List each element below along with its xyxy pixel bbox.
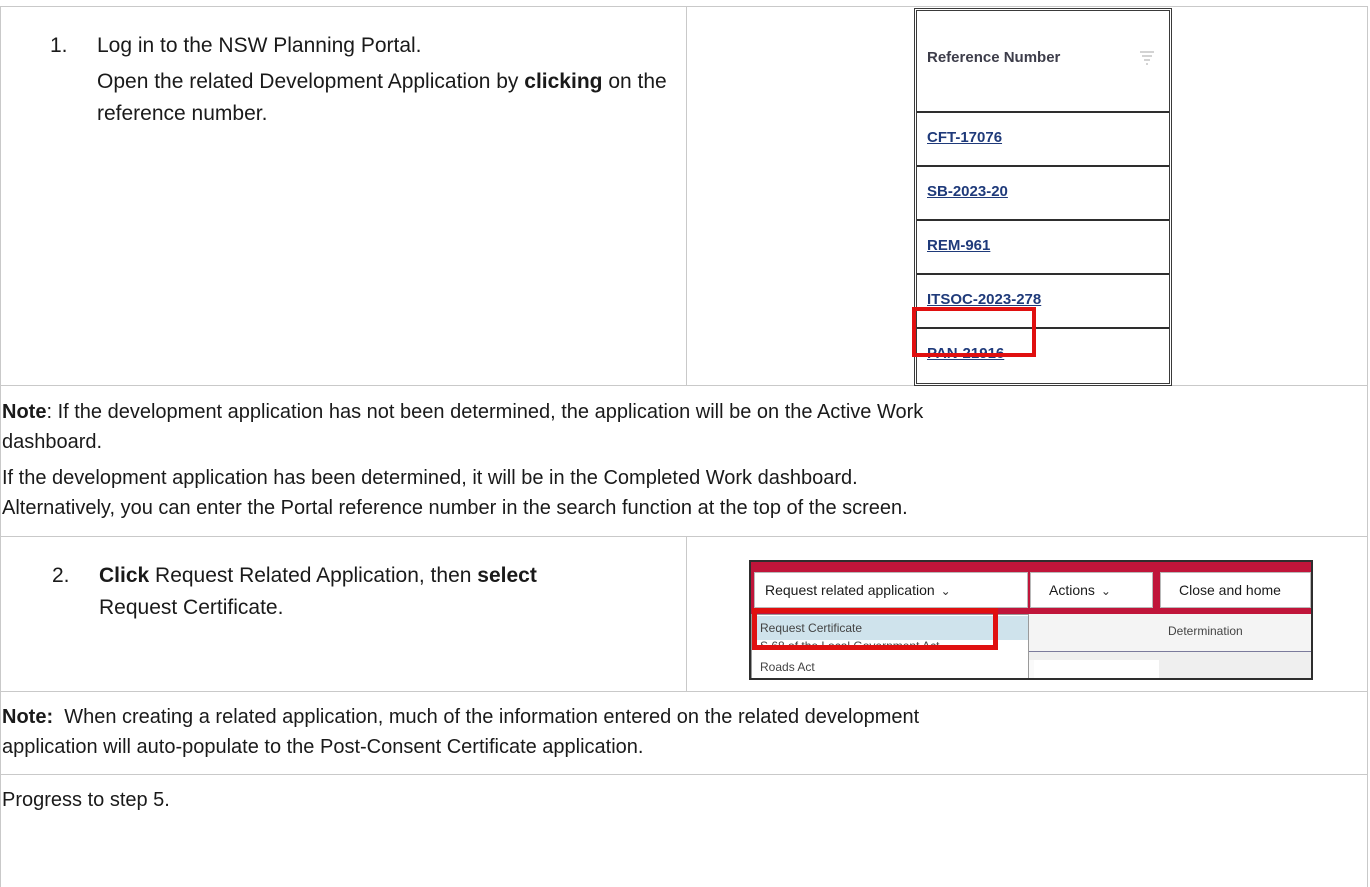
- reference-number-header: Reference Number: [927, 49, 1061, 66]
- step-1-number: 1.: [50, 34, 68, 57]
- reference-row: SB-2023-20: [917, 167, 1169, 221]
- reference-row: REM-961: [917, 221, 1169, 275]
- step-1-line-2: Open the related Development Application…: [97, 66, 687, 130]
- step-1-line-2-pre: Open the related Development Application…: [97, 70, 519, 93]
- tab-determination[interactable]: Determination: [1168, 624, 1243, 638]
- reference-table-header: Reference Number: [917, 11, 1169, 113]
- chevron-down-icon: ⌄: [1100, 584, 1111, 598]
- app-tab-strip: Determination: [1028, 614, 1311, 652]
- step-1-clicking-bold: clicking: [524, 70, 603, 93]
- step-2-line-1: Click Request Related Application, then …: [99, 564, 537, 587]
- step-1-line-1: Log in to the NSW Planning Portal.: [97, 34, 422, 57]
- note-1-line-4: Alternatively, you can enter the Portal …: [2, 497, 908, 519]
- reference-link-cft-17076[interactable]: CFT-17076: [927, 129, 1002, 146]
- highlight-pan-21916: [912, 307, 1036, 357]
- step-1: 1. Log in to the NSW Planning Portal. Op…: [50, 30, 680, 130]
- step-2-line-2: Request Certificate.: [99, 596, 284, 619]
- actions-button[interactable]: Actions ⌄: [1030, 572, 1153, 608]
- filter-icon[interactable]: [1139, 49, 1155, 65]
- note-2-line-2: application will auto-populate to the Po…: [2, 736, 644, 758]
- step-2: 2. Click Request Related Application, th…: [52, 560, 682, 640]
- chevron-down-icon: ⌄: [940, 584, 951, 598]
- table-right-border: [1367, 6, 1368, 887]
- request-related-application-button[interactable]: Request related application ⌄: [754, 572, 1028, 608]
- step-1-text: Log in to the NSW Planning Portal. Open …: [97, 30, 697, 130]
- note-2-line-1: Note: When creating a related applicatio…: [2, 706, 920, 728]
- step-2-click-bold: Click: [99, 564, 150, 587]
- reference-link-itsoc-2023-278[interactable]: ITSOC-2023-278: [927, 291, 1041, 308]
- close-and-home-button[interactable]: Close and home: [1160, 572, 1311, 608]
- reference-link-rem-961[interactable]: REM-961: [927, 237, 990, 254]
- note-1-line-2: dashboard.: [2, 431, 103, 453]
- step-2-number: 2.: [52, 564, 70, 587]
- highlight-request-certificate: [752, 608, 998, 650]
- note-related-application: Note: When creating a related applicatio…: [2, 702, 1362, 762]
- note-1-line-1: Note: If the development application has…: [2, 401, 924, 423]
- note-active-work: Note: If the development application has…: [2, 397, 1362, 523]
- reference-row: CFT-17076: [917, 113, 1169, 167]
- progress-text: Progress to step 5.: [2, 789, 170, 811]
- reference-link-sb-2023-20[interactable]: SB-2023-20: [927, 183, 1008, 200]
- note-1-line-3: If the development application has been …: [2, 467, 858, 489]
- note-1-label: Note: [2, 401, 47, 423]
- step-2-text: Click Request Related Application, then …: [99, 560, 699, 624]
- table-left-border: [0, 6, 1, 887]
- step-2-select-bold: select: [477, 564, 537, 587]
- app-body-panel-right: [1034, 660, 1159, 678]
- note-2-label: Note:: [2, 706, 54, 728]
- menu-item-roads-act[interactable]: Roads Act: [752, 655, 1028, 678]
